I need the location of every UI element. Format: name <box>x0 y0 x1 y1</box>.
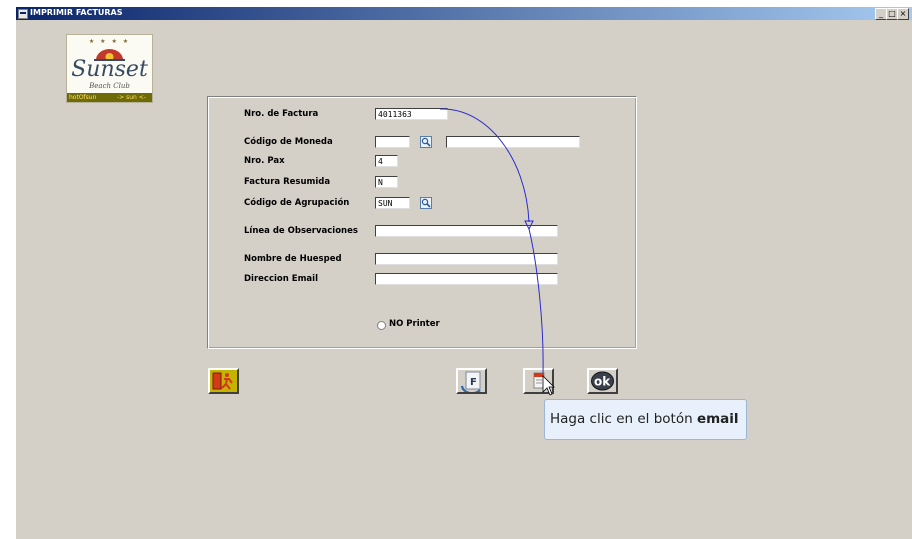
tooltip-bold: email <box>696 411 739 427</box>
app-window: IMPRIMIR FACTURAS _ □ × ★ ★ ★ ★ Sunset B… <box>16 7 912 539</box>
cursor-icon <box>542 375 555 396</box>
tooltip-prefix: Haga clic en el botón <box>550 411 697 427</box>
tooltip-text: Haga clic en el botón email <box>550 411 739 427</box>
tutorial-arrow <box>439 108 555 396</box>
tutorial-tooltip: Haga clic en el botón email <box>544 399 747 440</box>
